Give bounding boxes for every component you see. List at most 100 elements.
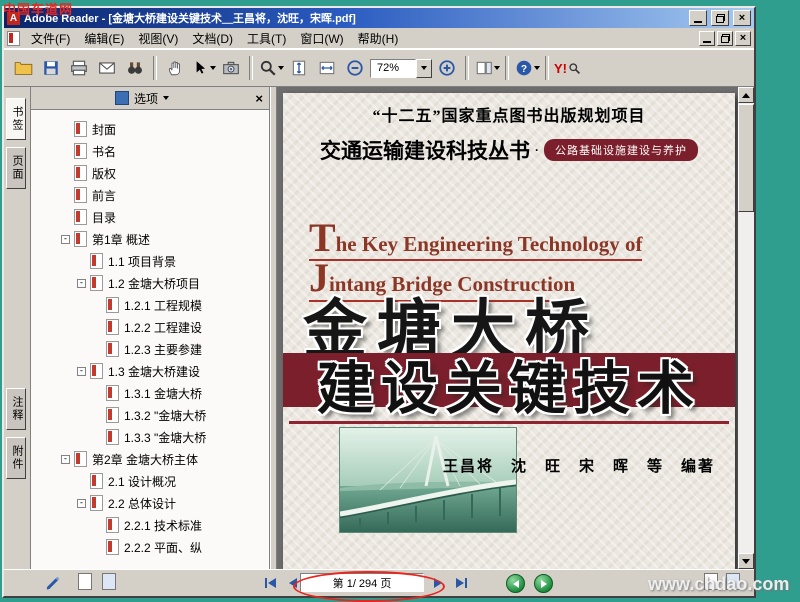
single-page-layout-button[interactable] [78,573,92,590]
menubar: 文件(F) 编辑(E) 视图(V) 文档(D) 工具(T) 窗口(W) 帮助(H) × [4,28,754,49]
save-button[interactable] [38,55,64,81]
bookmark-item[interactable]: - 1.2 金塘大桥项目 [31,272,269,294]
help-icon: ? [516,60,531,76]
bookmark-item[interactable]: 目录 [31,206,269,228]
hand-icon [168,61,180,76]
scroll-down-button[interactable] [738,553,754,569]
bookmark-label: 2.1 设计概况 [108,474,177,489]
panel-tab-bookmarks[interactable]: 书签 [6,98,26,140]
yahoo-search-button[interactable]: Y! [554,55,581,81]
menu-file[interactable]: 文件(F) [24,28,77,49]
fit-page-button[interactable] [286,55,312,81]
collapse-toggle-icon[interactable]: - [77,278,86,288]
options-menu-button[interactable]: 选项 [134,90,158,107]
search-button[interactable] [122,55,148,81]
panel-tab-comments[interactable]: 注释 [6,388,26,430]
panel-tab-attachments[interactable]: 附件 [6,437,26,479]
first-page-button[interactable] [260,573,280,592]
bookmark-label: 书名 [92,144,117,159]
fit-width-button[interactable] [314,55,340,81]
zoom-level-value[interactable]: 72% [370,58,416,78]
collapse-toggle-icon[interactable]: - [77,498,86,508]
previous-view-button[interactable] [506,574,525,593]
dropdown-arrow-icon [277,66,284,70]
menu-tools[interactable]: 工具(T) [240,28,293,49]
bookmark-item[interactable]: 书名 [31,140,269,162]
open-button[interactable] [10,55,36,81]
arrow-down-icon [742,558,750,564]
bookmark-item[interactable]: 1.1 项目背景 [31,250,269,272]
bookmark-item[interactable]: - 2.2 总体设计 [31,492,269,514]
camera-icon [223,61,239,75]
hand-tool-button[interactable] [162,55,188,81]
zoom-dropdown-button[interactable] [416,58,432,78]
bookmark-item[interactable]: 1.2.2 工程建设 [31,316,269,338]
document-area[interactable]: “十二五”国家重点图书出版规划项目 交通运输建设科技丛书 · 公路基础设施建设与… [277,87,754,569]
scroll-up-button[interactable] [738,87,754,103]
bookmark-item[interactable]: 1.2.1 工程规模 [31,294,269,316]
menu-items: 文件(F) 编辑(E) 视图(V) 文档(D) 工具(T) 窗口(W) 帮助(H) [24,28,697,49]
menu-edit[interactable]: 编辑(E) [77,28,131,49]
bookmark-item[interactable]: 1.3.1 金塘大桥 [31,382,269,404]
email-button[interactable] [94,55,120,81]
zoom-in-button[interactable] [434,55,460,81]
bookmark-item[interactable]: 1.3.3 "金塘大桥 [31,426,269,448]
continuous-layout-button[interactable] [102,573,116,590]
print-button[interactable] [66,55,92,81]
bookmark-page-icon [74,231,87,247]
first-page-icon [264,577,267,588]
scrollbar-thumb[interactable] [738,104,754,212]
collapse-toggle-icon[interactable]: - [77,366,86,376]
next-view-button[interactable] [534,574,553,593]
bookmark-page-icon [74,165,87,181]
bookmarks-tree: 封面 书名 版权 前言 目录 - 第1章 概述 1.1 项目背景 - 1.2 金塘大桥项目 1.2.… [31,110,269,569]
bookmark-item[interactable]: 2.2.1 技术标准 [31,514,269,536]
close-button[interactable]: × [733,10,751,26]
mdi-window-buttons: × [699,30,751,46]
menu-window[interactable]: 窗口(W) [293,28,350,49]
close-panel-button[interactable]: × [255,92,263,105]
minimize-button[interactable] [689,10,707,26]
save-disk-icon [44,61,58,75]
doc-restore-button[interactable] [717,30,733,46]
panel-splitter[interactable] [270,87,277,569]
bookmark-item[interactable]: 1.2.3 主要参建 [31,338,269,360]
vertical-scrollbar[interactable] [738,87,754,569]
adobe-reader-window: A Adobe Reader - [金塘大桥建设关键技术＿王昌将，沈旺，宋晖.p… [2,6,756,598]
menu-view[interactable]: 视图(V) [131,28,185,49]
page-layout-button[interactable] [474,55,500,81]
panel-tab-pages[interactable]: 页面 [6,147,26,189]
collapse-toggle-icon[interactable]: - [61,234,70,244]
bookmark-item[interactable]: 封面 [31,118,269,140]
bookmark-page-icon [106,539,119,555]
bookmark-item[interactable]: 2.1 设计概况 [31,470,269,492]
collapse-toggle-icon[interactable]: - [61,454,70,464]
last-page-button[interactable] [451,573,471,592]
bookmark-page-icon [106,407,119,423]
bookmark-item[interactable]: 前言 [31,184,269,206]
zoom-level-combobox[interactable]: 72% [370,58,432,78]
snapshot-button[interactable] [218,55,244,81]
bookmark-item[interactable]: - 1.3 金塘大桥建设 [31,360,269,382]
zoom-tool-button[interactable] [258,55,284,81]
bookmark-item[interactable]: 版权 [31,162,269,184]
menu-document[interactable]: 文档(D) [185,28,240,49]
fit-width-icon [319,61,335,75]
menu-help[interactable]: 帮助(H) [351,28,406,49]
bookmark-page-icon [90,275,103,291]
bookmark-item[interactable]: 2.2.2 平面、纵 [31,536,269,558]
bookmark-item[interactable]: - 第1章 概述 [31,228,269,250]
doc-close-button[interactable]: × [735,30,751,46]
bookmark-item[interactable]: 1.3.2 "金塘大桥 [31,404,269,426]
page-layout-icon [476,61,492,75]
restore-button[interactable] [711,10,729,26]
restore-icon [720,33,730,43]
select-tool-button[interactable] [190,55,216,81]
signature-pen-button[interactable] [44,573,61,590]
cover-authors: 王昌将 沈 旺 宋 晖 等 编著 [442,458,715,475]
zoom-out-button[interactable] [342,55,368,81]
titlebar[interactable]: A Adobe Reader - [金塘大桥建设关键技术＿王昌将，沈旺，宋晖.p… [4,8,754,28]
doc-minimize-button[interactable] [699,30,715,46]
bookmark-item[interactable]: - 第2章 金塘大桥主体 [31,448,269,470]
help-button[interactable]: ? [514,55,540,81]
